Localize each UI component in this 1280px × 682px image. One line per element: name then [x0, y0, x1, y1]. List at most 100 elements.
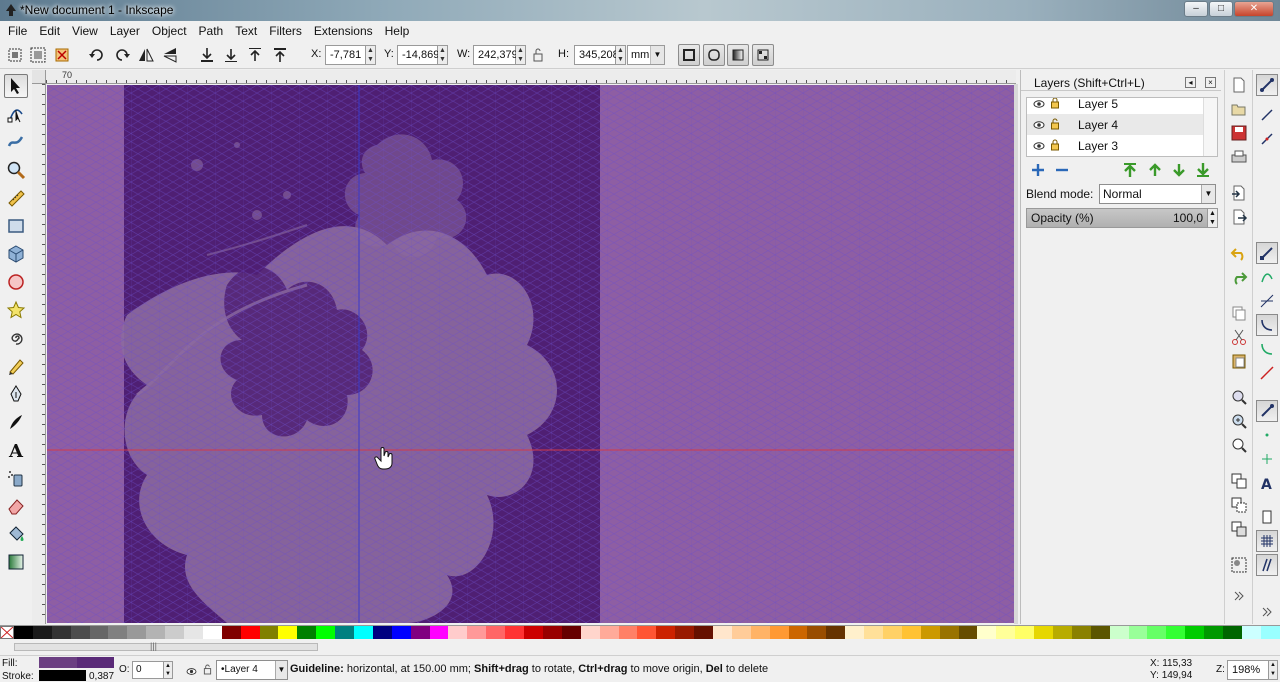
add-layer-icon[interactable] — [1030, 162, 1046, 178]
pen-tool[interactable] — [4, 382, 28, 406]
palette-swatch[interactable] — [807, 626, 827, 639]
snap-toggle[interactable] — [1256, 74, 1278, 96]
palette-swatch[interactable] — [864, 626, 883, 639]
palette-swatch[interactable] — [958, 626, 978, 639]
scroll-thumb[interactable] — [14, 643, 318, 651]
palette-swatch[interactable] — [1147, 626, 1167, 639]
palette-swatch[interactable] — [335, 626, 355, 639]
palette-swatch[interactable] — [1015, 626, 1035, 639]
move-patterns-toggle[interactable] — [752, 44, 774, 66]
opacity-spinner[interactable]: ▲ ▼ — [1208, 208, 1218, 228]
paint-bucket-tool[interactable] — [4, 522, 28, 546]
palette-swatch[interactable] — [1071, 626, 1091, 639]
remove-layer-icon[interactable] — [1054, 162, 1070, 178]
layer-visibility-icon[interactable] — [186, 665, 197, 675]
palette-swatch[interactable] — [996, 626, 1016, 639]
palette-swatch[interactable] — [1090, 626, 1110, 639]
unlock-icon[interactable] — [1050, 118, 1060, 130]
zoom-spinner[interactable]: ▲ ▼ — [1269, 660, 1278, 680]
palette-swatch[interactable] — [1109, 626, 1129, 639]
palette-swatch[interactable] — [1052, 626, 1072, 639]
palette-swatch[interactable] — [750, 626, 770, 639]
palette-swatch[interactable] — [372, 626, 392, 639]
raise-layer-icon[interactable] — [1147, 162, 1163, 178]
layer-row-3[interactable]: Layer 3 — [1027, 135, 1205, 156]
palette-swatch[interactable] — [618, 626, 638, 639]
eye-icon[interactable] — [1033, 140, 1045, 150]
palette-swatch[interactable] — [1241, 626, 1261, 639]
palette-swatch[interactable] — [391, 626, 411, 639]
deselect-icon[interactable] — [53, 46, 71, 64]
x-input[interactable]: -7,781 — [325, 45, 366, 65]
no-paint-swatch[interactable] — [0, 626, 14, 639]
paste-icon[interactable] — [1230, 352, 1248, 370]
opacity-spinner[interactable]: ▲ ▼ — [164, 661, 173, 679]
duplicate-icon[interactable] — [1230, 472, 1248, 490]
menu-file[interactable]: File — [2, 21, 33, 41]
zoom-drawing-icon[interactable] — [1230, 412, 1248, 430]
palette-swatch[interactable] — [920, 626, 940, 639]
lock-icon[interactable] — [1050, 139, 1060, 151]
snap-intersections-icon[interactable] — [1256, 290, 1278, 312]
palette-swatch[interactable] — [599, 626, 619, 639]
save-icon[interactable] — [1230, 124, 1248, 142]
y-input[interactable]: -14,869 — [397, 45, 439, 65]
lower-icon[interactable] — [222, 46, 240, 64]
spray-tool[interactable] — [4, 466, 28, 490]
more-commands-icon[interactable] — [1230, 586, 1248, 604]
palette-swatch[interactable] — [486, 626, 506, 639]
layer-row-5[interactable]: Layer 5 — [1027, 98, 1205, 114]
flip-vertical-icon[interactable] — [161, 46, 179, 64]
opacity-slider[interactable]: Opacity (%) 100,0 — [1026, 208, 1208, 228]
import-icon[interactable] — [1230, 184, 1248, 202]
palette-swatch[interactable] — [1260, 626, 1280, 639]
spiral-tool[interactable] — [4, 326, 28, 350]
stroke-swatch[interactable] — [39, 670, 86, 681]
palette-swatch[interactable] — [656, 626, 676, 639]
horizontal-ruler[interactable]: 70 — [46, 70, 1016, 84]
lock-icon[interactable] — [1050, 98, 1060, 109]
menu-filters[interactable]: Filters — [263, 21, 308, 41]
eraser-tool[interactable] — [4, 494, 28, 518]
copy-icon[interactable] — [1230, 304, 1248, 322]
scale-corners-toggle[interactable] — [703, 44, 725, 66]
text-tool[interactable]: A — [4, 438, 28, 462]
node-tool[interactable] — [4, 102, 28, 126]
palette-swatch[interactable] — [788, 626, 808, 639]
palette-swatch[interactable] — [769, 626, 789, 639]
snap-grid-toggle[interactable] — [1256, 530, 1278, 552]
snap-guide-toggle[interactable] — [1256, 554, 1278, 576]
redo-icon[interactable] — [1230, 268, 1248, 286]
close-button[interactable]: ✕ — [1234, 1, 1274, 17]
h-input[interactable]: 345,208 — [574, 45, 619, 65]
snap-nodes-toggle[interactable] — [1256, 242, 1278, 264]
menu-path[interactable]: Path — [193, 21, 230, 41]
snap-center-icon[interactable] — [1256, 424, 1278, 446]
export-icon[interactable] — [1230, 208, 1248, 226]
palette-swatch[interactable] — [1166, 626, 1186, 639]
3d-box-tool[interactable] — [4, 242, 28, 266]
menu-help[interactable]: Help — [379, 21, 416, 41]
measure-tool[interactable] — [4, 186, 28, 210]
palette-swatch[interactable] — [712, 626, 732, 639]
eye-icon[interactable] — [1033, 119, 1045, 129]
palette-swatch[interactable] — [580, 626, 600, 639]
ellipse-tool[interactable] — [4, 270, 28, 294]
palette-swatch[interactable] — [939, 626, 959, 639]
palette-swatch[interactable] — [901, 626, 921, 639]
palette-swatch[interactable] — [108, 626, 128, 639]
zoom-input[interactable]: 198% — [1227, 660, 1269, 680]
lower-layer-icon[interactable] — [1171, 162, 1187, 178]
raise-to-top-icon[interactable] — [271, 46, 289, 64]
minimize-button[interactable]: – — [1184, 1, 1208, 17]
calligraphy-tool[interactable] — [4, 410, 28, 434]
opacity-input[interactable]: 0 — [132, 661, 164, 679]
snap-paths-icon[interactable] — [1256, 266, 1278, 288]
lock-proportions-icon[interactable] — [531, 47, 545, 63]
palette-swatch[interactable] — [694, 626, 713, 639]
menu-object[interactable]: Object — [146, 21, 193, 41]
palette-swatch[interactable] — [240, 626, 260, 639]
palette-swatch[interactable] — [675, 626, 695, 639]
palette-swatch[interactable] — [32, 626, 52, 639]
eye-icon[interactable] — [1033, 98, 1045, 108]
